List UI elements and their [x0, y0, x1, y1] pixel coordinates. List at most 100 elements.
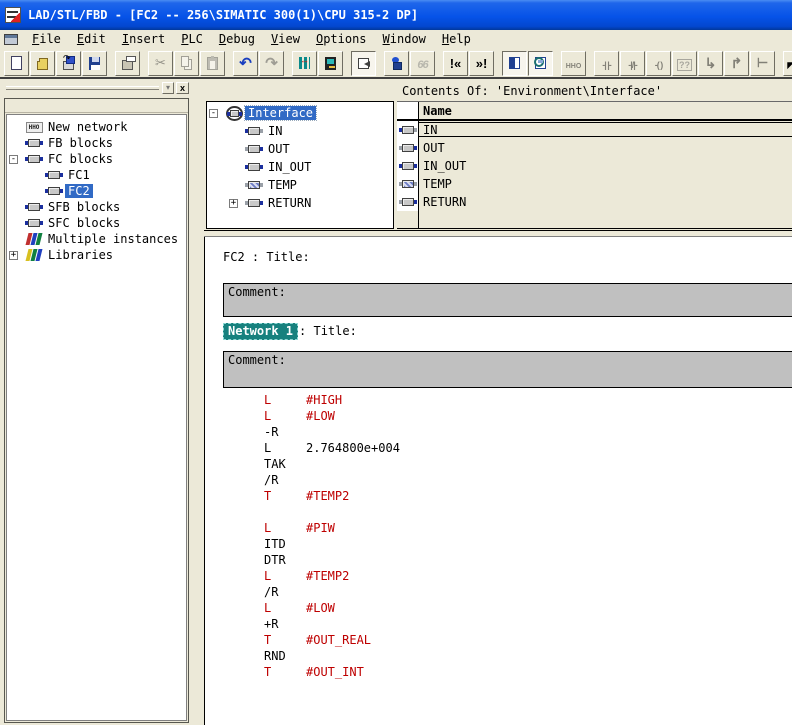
palette-item-fc1[interactable]: FC1: [7, 167, 186, 183]
code-operand: #OUT_INT: [306, 665, 364, 679]
network-comment-box[interactable]: Comment:: [223, 351, 792, 388]
open-icon: [37, 61, 48, 70]
block-comment-box[interactable]: Comment:: [223, 283, 792, 317]
palette-item-fb-blocks[interactable]: FB blocks: [7, 135, 186, 151]
code-line[interactable]: L2.764800e+004: [264, 441, 400, 457]
close-branch-button: [724, 51, 749, 76]
menu-window[interactable]: Window: [375, 30, 434, 49]
goto-next-button[interactable]: [469, 51, 494, 76]
contents-row-in-out[interactable]: IN_OUT: [397, 157, 792, 175]
code-line[interactable]: L#LOW: [264, 601, 400, 617]
menu-options[interactable]: Options: [308, 30, 375, 49]
palette-item-label: FC1: [65, 168, 93, 182]
interface-tree-item-temp[interactable]: TEMP: [207, 176, 393, 194]
palette-tree: New networkFB blocks-FC blocksFC1FC2SFB …: [7, 115, 186, 263]
code-line[interactable]: -R: [264, 425, 400, 441]
code-line[interactable]: TAK: [264, 457, 400, 473]
code-line[interactable]: /R: [264, 473, 400, 489]
symbol-info-button[interactable]: [384, 51, 409, 76]
overview-button[interactable]: [351, 51, 376, 76]
palette-item-multiple-instances[interactable]: Multiple instances: [7, 231, 186, 247]
expander-minus-icon[interactable]: -: [9, 155, 18, 164]
palette-close-button[interactable]: x: [176, 82, 189, 94]
palette-item-fc-blocks[interactable]: -FC blocks: [7, 151, 186, 167]
contents-row-in[interactable]: IN: [397, 121, 792, 139]
open-online-button[interactable]: [56, 51, 81, 76]
horizontal-splitter[interactable]: [204, 230, 792, 237]
decl-inout-icon: [248, 163, 260, 171]
palette-grip-handle[interactable]: [6, 86, 159, 90]
download-button[interactable]: [318, 51, 343, 76]
contents-row-out[interactable]: OUT: [397, 139, 792, 157]
menu-help[interactable]: Help: [434, 30, 479, 49]
code-line[interactable]: RND: [264, 649, 400, 665]
open-button[interactable]: [30, 51, 55, 76]
code-opcode: L: [264, 569, 306, 583]
code-opcode: L: [264, 441, 306, 455]
code-editor-pane[interactable]: FC2 : Title: Comment: Network 1 : Title:…: [204, 237, 792, 725]
interface-tree-item-in[interactable]: IN: [207, 122, 393, 140]
palette-item-label: New network: [45, 120, 130, 134]
palette-item-sfc-blocks[interactable]: SFC blocks: [7, 215, 186, 231]
code-line[interactable]: /R: [264, 585, 400, 601]
menu-debug[interactable]: Debug: [211, 30, 263, 49]
palette-dropdown-button[interactable]: ▾: [162, 82, 174, 94]
interface-item-label: IN_OUT: [265, 160, 314, 174]
contents-row-return[interactable]: RETURN: [397, 193, 792, 211]
code-opcode: -R: [264, 425, 306, 439]
detail-view-icon: [535, 57, 546, 69]
code-line[interactable]: T#OUT_REAL: [264, 633, 400, 649]
mdi-child-icon[interactable]: [4, 34, 18, 45]
overview-icon: [358, 58, 369, 69]
code-line[interactable]: T#TEMP2: [264, 489, 400, 505]
expander-plus-icon[interactable]: +: [229, 199, 238, 208]
undo-button[interactable]: [233, 51, 258, 76]
interface-icon: [226, 106, 243, 121]
code-line[interactable]: +R: [264, 617, 400, 633]
interface-item-label: TEMP: [265, 178, 300, 192]
palette-item-libraries[interactable]: +Libraries: [7, 247, 186, 263]
code-line[interactable]: L#PIW: [264, 521, 400, 537]
code-line[interactable]: L#TEMP2: [264, 569, 400, 585]
code-line[interactable]: L#LOW: [264, 409, 400, 425]
network-badge[interactable]: Network 1: [223, 323, 298, 340]
decl-temp-icon: [402, 180, 414, 188]
code-operand: 2.764800e+004: [306, 441, 400, 455]
code-opcode: L: [264, 601, 306, 615]
decl-in-icon: [402, 126, 414, 134]
palette-item-fc2[interactable]: FC2: [7, 183, 186, 199]
code-opcode: +R: [264, 617, 306, 631]
palette-item-sfb-blocks[interactable]: SFB blocks: [7, 199, 186, 215]
interface-tree-item-in-out[interactable]: IN_OUT: [207, 158, 393, 176]
save-button[interactable]: [82, 51, 107, 76]
menu-insert[interactable]: Insert: [114, 30, 173, 49]
expander-plus-icon[interactable]: +: [9, 251, 18, 260]
contents-row-temp[interactable]: TEMP: [397, 175, 792, 193]
goto-prev-button[interactable]: [443, 51, 468, 76]
block-folder-icon: [28, 203, 40, 211]
code-line[interactable]: ITD: [264, 537, 400, 553]
block-title[interactable]: FC2 : Title:: [223, 250, 310, 264]
interface-tree-item-out[interactable]: OUT: [207, 140, 393, 158]
contact-no-button: [594, 51, 619, 76]
new-button[interactable]: [4, 51, 29, 76]
menu-plc[interactable]: PLC: [173, 30, 211, 49]
code-line[interactable]: T#OUT_INT: [264, 665, 400, 681]
menu-edit[interactable]: Edit: [69, 30, 114, 49]
palette-item-new-network[interactable]: New network: [7, 119, 186, 135]
interface-tree-item-interface[interactable]: -Interface: [207, 104, 393, 122]
app-icon[interactable]: [5, 7, 21, 23]
print-button[interactable]: [115, 51, 140, 76]
code-line[interactable]: L#HIGH: [264, 393, 400, 409]
help-button[interactable]: [783, 51, 792, 76]
code-line[interactable]: DTR: [264, 553, 400, 569]
interface-tree-item-return[interactable]: +RETURN: [207, 194, 393, 212]
split-window-button[interactable]: [502, 51, 527, 76]
network-title-suffix[interactable]: : Title:: [299, 324, 357, 338]
detail-view-button[interactable]: [528, 51, 553, 76]
stl-code-block[interactable]: L#HIGHL#LOW-RL2.764800e+004TAK/RT#TEMP2 …: [264, 393, 400, 681]
compare-button[interactable]: [292, 51, 317, 76]
menu-view[interactable]: View: [263, 30, 308, 49]
menu-file[interactable]: File: [24, 30, 69, 49]
expander-minus-icon[interactable]: -: [209, 109, 218, 118]
